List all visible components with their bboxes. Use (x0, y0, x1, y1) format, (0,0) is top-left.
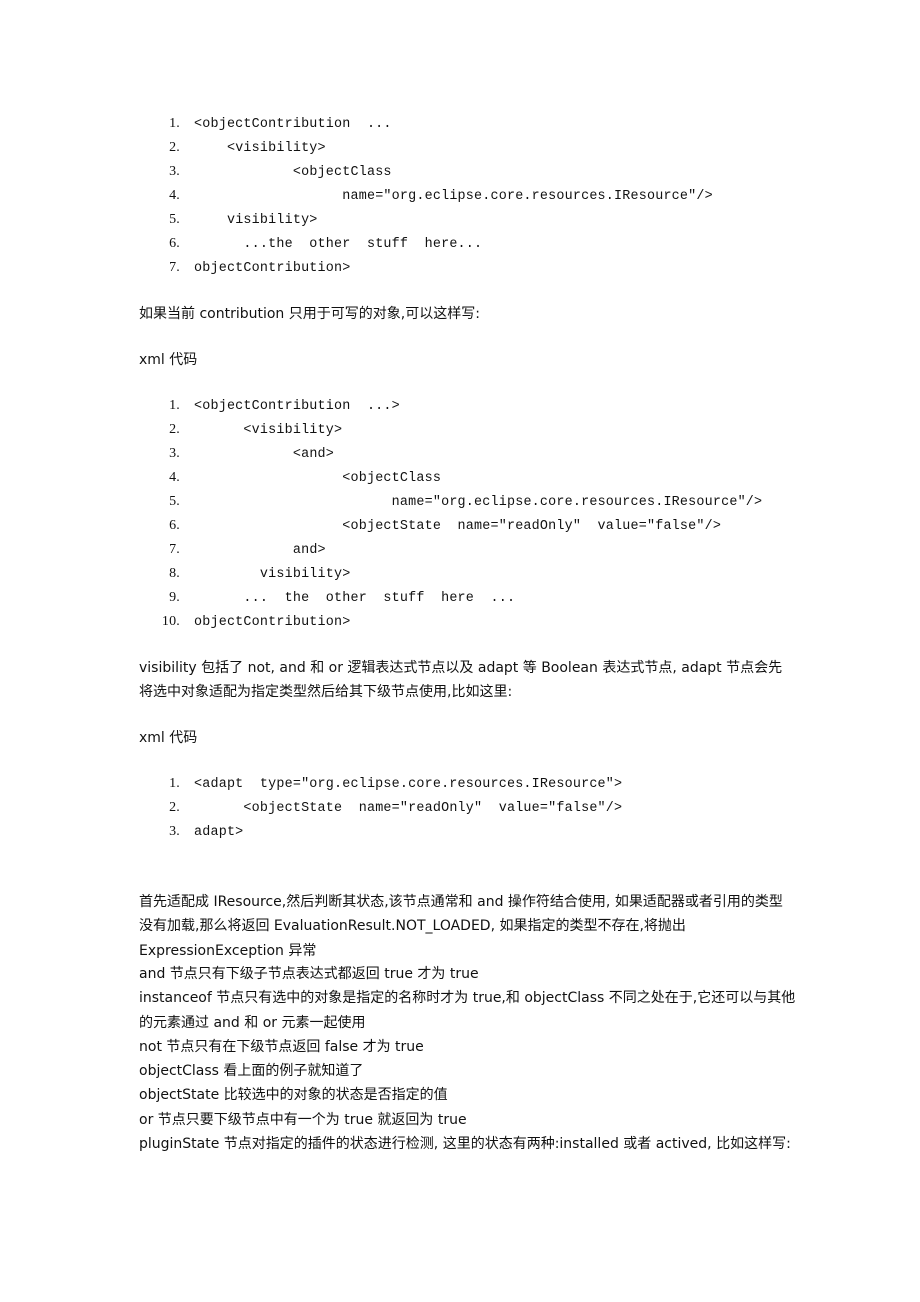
code-line: 6. <objectState name="readOnly" value="f… (140, 514, 762, 538)
description-and: and 节点只有下级子节点表达式都返回 true 才为 true (139, 966, 479, 982)
code-text: <objectClass (292, 165, 392, 180)
code-text: visibility> (259, 567, 351, 582)
code-line: 3. <objectClass (140, 160, 713, 184)
line-number: 1. (169, 116, 180, 131)
description-pluginstate: pluginState 节点对指定的插件的状态进行检测, 这里的状态有两种:in… (139, 1136, 791, 1153)
line-number: 4. (169, 188, 180, 203)
line-number: 2. (169, 140, 180, 155)
description-instanceof: instanceof 节点只有选中的对象是指定的名称时才为 true,和 obj… (139, 990, 796, 1031)
code-text: <and> (292, 447, 335, 462)
code-line: 8. visibility> (140, 562, 762, 586)
code-line: 2. <visibility> (140, 136, 713, 160)
line-number: 5. (169, 212, 180, 227)
line-number: 10. (161, 614, 180, 629)
code-text: objectContribution> (194, 261, 351, 276)
code-line: 1. <objectContribution ... (140, 112, 713, 136)
code-line: 4. name="org.eclipse.core.resources.IRes… (140, 184, 713, 208)
line-number: 2. (169, 800, 180, 815)
code-line: 6. ...the other stuff here... (140, 232, 713, 256)
line-number: 2. (169, 422, 180, 437)
line-number: 3. (169, 164, 180, 179)
code-text: <objectClass (342, 471, 442, 486)
code-line: 2. <visibility> (140, 418, 762, 442)
node-descriptions: and 节点只有下级子节点表达式都返回 true 才为 true instanc… (139, 962, 799, 1156)
code-block-visibility-and: 1. <objectContribution ...> 2. <visibilit… (140, 394, 762, 634)
code-text: visibility> (226, 213, 318, 228)
code-line: 4. <objectClass (140, 466, 762, 490)
code-line: 10. objectContribution> (140, 610, 762, 634)
line-number: 3. (169, 824, 180, 839)
code-line: 1. <adapt type="org.eclipse.core.resource… (140, 772, 622, 796)
code-block-object-contribution: 1. <objectContribution ... 2. <visibility… (140, 112, 713, 280)
line-number: 1. (169, 776, 180, 791)
line-number: 6. (169, 518, 180, 533)
line-number: 4. (169, 470, 180, 485)
code-block-adapt: 1. <adapt type="org.eclipse.core.resource… (140, 772, 622, 844)
code-label: xml 代码 (139, 730, 198, 746)
code-text: <visibility> (243, 423, 343, 438)
line-number: 7. (169, 542, 180, 557)
code-line: 9. ... the other stuff here ... (140, 586, 762, 610)
paragraph-writable-objects: 如果当前 contribution 只用于可写的对象,可以这样写: (139, 306, 480, 322)
code-text: and> (292, 543, 326, 558)
code-text: <objectContribution ... (194, 117, 392, 132)
code-text: adapt> (194, 825, 244, 840)
code-text: <objectContribution ...> (194, 399, 400, 414)
code-line: 3. <and> (140, 442, 762, 466)
description-objectclass: objectClass 看上面的例子就知道了 (139, 1063, 364, 1080)
description-not: not 节点只有在下级节点返回 false 才为 true (139, 1038, 424, 1055)
code-line: 3. adapt> (140, 820, 622, 844)
code-text: <objectState name="readOnly" value="fals… (342, 519, 722, 534)
code-line: 5. name="org.eclipse.core.resources.IRes… (140, 490, 762, 514)
code-line: 2. <objectState name="readOnly" value="f… (140, 796, 622, 820)
paragraph-adapt-explanation: 首先适配成 IResource,然后判断其状态,该节点通常和 and 操作符结合… (139, 894, 783, 959)
line-number: 1. (169, 398, 180, 413)
code-line: 7. and> (140, 538, 762, 562)
code-text: name="org.eclipse.core.resources.IResour… (342, 189, 713, 204)
code-text: objectContribution> (194, 615, 351, 630)
document-page: 1. <objectContribution ... 2. <visibility… (0, 0, 920, 1302)
code-text: ... the other stuff here ... (243, 591, 516, 606)
line-number: 3. (169, 446, 180, 461)
description-objectstate: objectState 比较选中的对象的状态是否指定的值 (139, 1087, 448, 1104)
code-line: 1. <objectContribution ...> (140, 394, 762, 418)
code-label: xml 代码 (139, 352, 198, 368)
code-text: ...the other stuff here... (243, 237, 483, 252)
code-line: 7. objectContribution> (140, 256, 713, 280)
code-text: <adapt type="org.eclipse.core.resources.… (194, 777, 623, 792)
code-text: name="org.eclipse.core.resources.IResour… (391, 495, 763, 510)
line-number: 5. (169, 494, 180, 509)
line-number: 9. (169, 590, 180, 605)
line-number: 8. (169, 566, 180, 581)
code-text: <visibility> (226, 141, 326, 156)
description-or: or 节点只要下级节点中有一个为 true 就返回为 true (139, 1111, 467, 1128)
code-line: 5. visibility> (140, 208, 713, 232)
line-number: 7. (169, 260, 180, 275)
paragraph-visibility-explanation: visibility 包括了 not, and 和 or 逻辑表达式节点以及 a… (139, 660, 783, 701)
line-number: 6. (169, 236, 180, 251)
code-text: <objectState name="readOnly" value="fals… (243, 801, 623, 816)
